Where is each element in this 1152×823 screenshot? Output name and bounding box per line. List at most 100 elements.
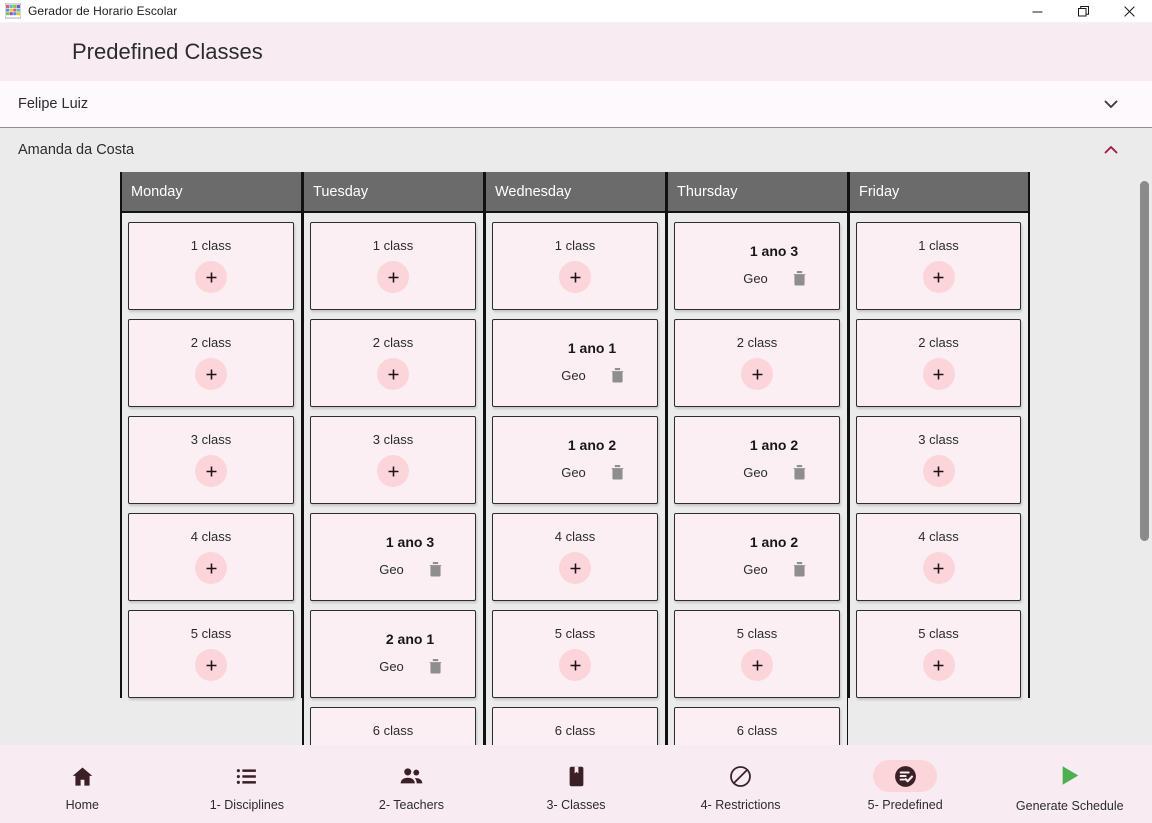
empty-class-slot[interactable]: 2 class [856, 319, 1021, 407]
empty-class-slot[interactable]: 6 class [492, 707, 658, 745]
nav-item-4-restrictions[interactable]: 4- Restrictions [658, 745, 823, 823]
empty-class-slot[interactable]: 1 class [492, 222, 658, 310]
empty-class-slot[interactable]: 3 class [856, 416, 1021, 504]
scrollbar-thumb[interactable] [1140, 181, 1149, 541]
empty-class-slot[interactable]: 6 class [310, 707, 476, 745]
teacher-accordion-felipe-luiz[interactable]: Felipe Luiz [0, 81, 1152, 128]
close-button[interactable] [1106, 0, 1152, 23]
add-class-button[interactable] [559, 552, 591, 584]
add-class-button[interactable] [195, 261, 227, 293]
nav-item-generate-schedule[interactable]: Generate Schedule [987, 745, 1152, 823]
filled-class-slot[interactable]: 1 ano 2 Geo [492, 416, 658, 504]
nav-item-home[interactable]: Home [0, 745, 165, 823]
empty-class-slot[interactable]: 1 class [856, 222, 1021, 310]
add-class-button[interactable] [377, 455, 409, 487]
add-class-button[interactable] [922, 455, 955, 487]
nav-item-3-classes[interactable]: 3- Classes [494, 745, 659, 823]
day-column: Monday 1 class 2 class 3 class 4 class 5 clas… [120, 172, 302, 698]
add-class-button[interactable] [922, 552, 955, 584]
filled-class-slot[interactable]: 1 ano 3 Geo [310, 513, 476, 601]
nav-icon-holder [1038, 759, 1102, 791]
nav-item-5-predefined[interactable]: 5- Predefined [823, 745, 988, 823]
slot-label: 1 class [918, 238, 959, 253]
filled-slot-content: 1 ano 3 Geo [675, 244, 839, 289]
nav-label: Home [65, 798, 99, 812]
subject-name: Geo [561, 367, 586, 383]
delete-class-button[interactable] [790, 268, 809, 289]
class-detail-row: Geo [709, 268, 839, 289]
empty-class-slot[interactable]: 3 class [128, 416, 294, 504]
day-header: Friday [850, 172, 1028, 213]
plus-icon [203, 366, 220, 383]
class-name: 2 ano 1 [385, 630, 435, 647]
filled-class-slot[interactable]: 2 ano 1 Geo [310, 610, 476, 698]
vertical-scrollbar[interactable] [1137, 172, 1152, 745]
add-class-button[interactable] [195, 552, 227, 584]
empty-class-slot[interactable]: 2 class [310, 319, 476, 407]
filled-class-slot[interactable]: 1 ano 3 Geo [674, 222, 840, 310]
chevron-up-icon[interactable] [1102, 141, 1120, 159]
table-grid-icon [5, 3, 21, 19]
slot-label: 2 class [918, 335, 959, 350]
add-class-button[interactable] [559, 261, 591, 293]
nav-icon-holder [50, 760, 114, 792]
delete-class-button[interactable] [790, 559, 809, 580]
delete-class-button[interactable] [426, 656, 445, 677]
filled-class-slot[interactable]: 1 ano 2 Geo [674, 513, 840, 601]
delete-class-button[interactable] [608, 462, 627, 483]
day-column: Thursday 1 ano 3 Geo 2 class 1 ano 2 Geo 1 ano… [666, 172, 848, 745]
day-column: Wednesday 1 class 1 ano 1 Geo 1 ano 2 Geo 4 cl… [484, 172, 666, 745]
add-class-button[interactable] [741, 358, 773, 390]
empty-class-slot[interactable]: 4 class [128, 513, 294, 601]
add-class-button[interactable] [377, 358, 409, 390]
add-class-button[interactable] [195, 455, 227, 487]
empty-class-slot[interactable]: 2 class [674, 319, 840, 407]
window-title: Gerador de Horario Escolar [28, 4, 178, 18]
slot-list: 1 class 1 ano 1 Geo 1 ano 2 Geo 4 class 5 clas… [486, 222, 665, 745]
delete-class-button[interactable] [790, 462, 809, 483]
add-class-button[interactable] [559, 649, 591, 681]
plus-icon [567, 657, 584, 674]
plus-icon [385, 366, 402, 383]
nav-label: 5- Predefined [867, 798, 943, 812]
trash-icon [790, 559, 809, 580]
delete-class-button[interactable] [608, 365, 627, 386]
plus-icon [749, 657, 766, 674]
note-check-icon [893, 764, 918, 789]
empty-class-slot[interactable]: 5 class [856, 610, 1021, 698]
empty-class-slot[interactable]: 6 class [674, 707, 840, 745]
empty-class-slot[interactable]: 1 class [310, 222, 476, 310]
nav-item-1-disciplines[interactable]: 1- Disciplines [165, 745, 330, 823]
empty-class-slot[interactable]: 1 class [128, 222, 294, 310]
empty-class-slot[interactable]: 5 class [674, 610, 840, 698]
add-class-button[interactable] [377, 261, 409, 293]
nav-icon-holder [544, 760, 608, 792]
slot-list: 1 ano 3 Geo 2 class 1 ano 2 Geo 1 ano 2 Geo 5 c… [668, 222, 847, 745]
add-class-button[interactable] [922, 261, 955, 293]
nav-icon-holder [873, 760, 938, 792]
add-class-button[interactable] [741, 649, 773, 681]
empty-class-slot[interactable]: 2 class [128, 319, 294, 407]
empty-class-slot[interactable]: 3 class [310, 416, 476, 504]
maximize-button[interactable] [1060, 0, 1106, 23]
slot-label: 3 class [190, 432, 232, 447]
add-class-button[interactable] [195, 649, 227, 681]
chevron-down-icon[interactable] [1102, 95, 1120, 113]
filled-class-slot[interactable]: 1 ano 2 Geo [674, 416, 840, 504]
subject-name: Geo [743, 270, 768, 286]
empty-class-slot[interactable]: 4 class [856, 513, 1021, 601]
empty-class-slot[interactable]: 5 class [128, 610, 294, 698]
day-header: Tuesday [304, 172, 483, 213]
add-class-button[interactable] [195, 358, 227, 390]
filled-class-slot[interactable]: 1 ano 1 Geo [492, 319, 658, 407]
teacher-name: Amanda da Costa [18, 142, 135, 158]
nav-icon-holder [215, 760, 279, 792]
add-class-button[interactable] [922, 649, 955, 681]
minimize-button[interactable] [1014, 0, 1060, 23]
empty-class-slot[interactable]: 4 class [492, 513, 658, 601]
delete-class-button[interactable] [426, 559, 445, 580]
teacher-accordion-amanda-da-costa[interactable]: Amanda da Costa [0, 128, 1152, 172]
nav-item-2-teachers[interactable]: 2- Teachers [329, 745, 494, 823]
add-class-button[interactable] [922, 358, 955, 390]
empty-class-slot[interactable]: 5 class [492, 610, 658, 698]
